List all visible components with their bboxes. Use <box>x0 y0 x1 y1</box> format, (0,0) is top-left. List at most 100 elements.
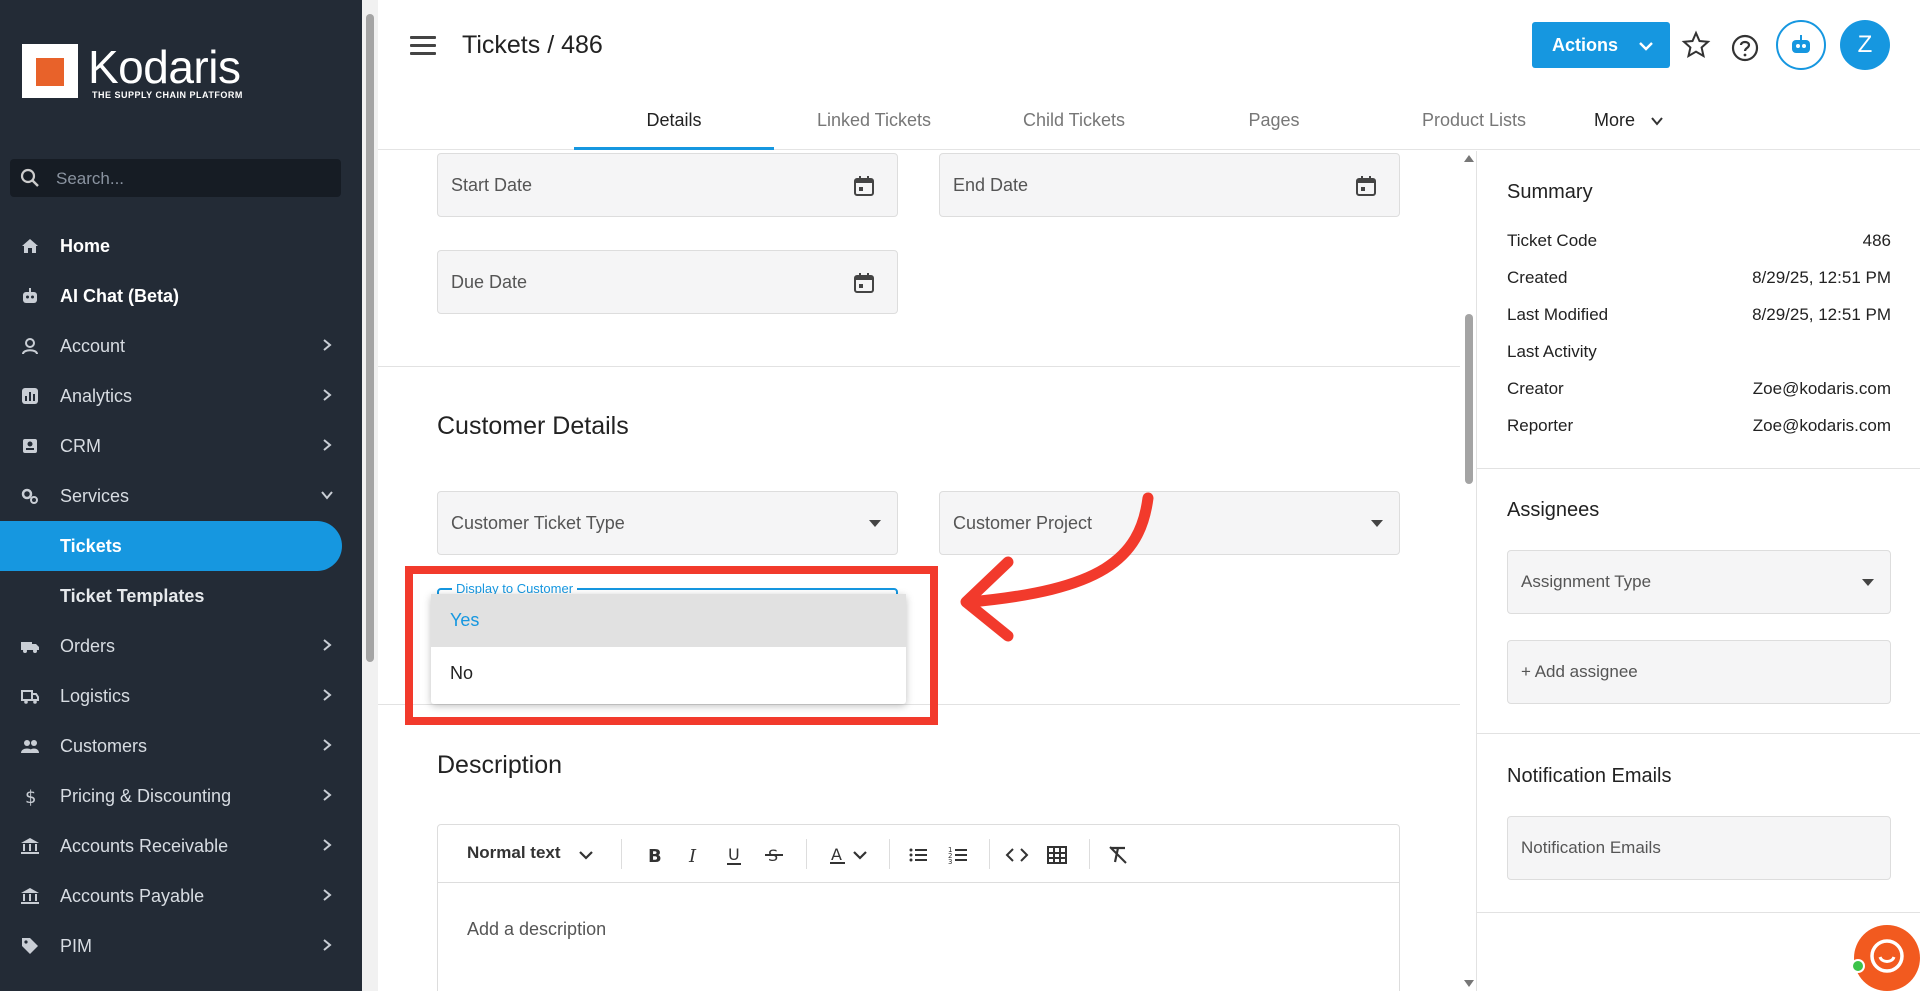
assignment-type-select[interactable]: Assignment Type <box>1507 550 1891 614</box>
assignment-type-label: Assignment Type <box>1521 572 1652 591</box>
tab-details[interactable]: Details <box>574 96 774 150</box>
help-icon[interactable] <box>1730 33 1760 63</box>
numbered-list-icon[interactable]: 123 <box>946 843 970 867</box>
sidebar-scrollbar[interactable] <box>362 0 378 991</box>
main-scrollbar[interactable] <box>1462 151 1476 991</box>
svg-text:I: I <box>688 846 697 867</box>
sidebar-item-label: Accounts Receivable <box>60 836 229 856</box>
due-date-field[interactable]: Due Date <box>437 250 898 314</box>
logo-mark <box>22 44 78 98</box>
sidebar-item-logistics[interactable]: Logistics <box>0 671 342 721</box>
sidebar-item-orders[interactable]: Orders <box>0 621 342 671</box>
kodaris-logo[interactable]: Kodaris THE SUPPLY CHAIN PLATFORM <box>22 41 252 104</box>
description-editor[interactable]: Normal text B I U S A 123 Add a descript… <box>437 824 1400 991</box>
tab-pages[interactable]: Pages <box>1174 96 1374 150</box>
sidebar-item-services[interactable]: Services <box>0 471 342 521</box>
sidebar-item-label: Tickets <box>60 536 122 556</box>
sidebar-item-crm[interactable]: CRM <box>0 421 342 471</box>
summary-value: Zoe@kodaris.com <box>1752 416 1891 435</box>
bullet-list-icon[interactable] <box>906 843 930 867</box>
chevron-down-icon <box>1651 117 1663 126</box>
chevron-right-icon <box>323 689 332 701</box>
tab-product-lists[interactable]: Product Lists <box>1374 96 1574 150</box>
summary-key: Last Activity <box>1507 342 1597 361</box>
svg-text:A: A <box>831 845 842 864</box>
calendar-icon[interactable] <box>1355 175 1377 197</box>
format-select[interactable]: Normal text <box>467 843 561 863</box>
right-panel: Summary Ticket Code 486 Created 8/29/25,… <box>1476 151 1920 991</box>
star-icon[interactable] <box>1681 30 1711 60</box>
truck-icon <box>21 642 39 653</box>
main-content: Start Date End Date Due Date Customer De… <box>378 151 1460 991</box>
editor-toolbar: Normal text B I U S A 123 <box>438 825 1399 883</box>
support-chat-button[interactable] <box>1854 925 1920 991</box>
sidebar-item-ticket-templates[interactable]: Ticket Templates <box>0 571 342 621</box>
user-avatar[interactable]: Z <box>1840 20 1890 70</box>
sidebar-item-customers[interactable]: Customers <box>0 721 342 771</box>
strikethrough-icon[interactable]: S <box>762 843 786 867</box>
actions-button[interactable]: Actions <box>1532 22 1670 68</box>
notification-emails-input[interactable]: Notification Emails <box>1507 816 1891 880</box>
underline-icon[interactable]: U <box>722 843 746 867</box>
toolbar-separator <box>621 839 622 869</box>
tab-more[interactable]: More <box>1574 96 1684 150</box>
logo-subtitle: THE SUPPLY CHAIN PLATFORM <box>92 90 243 100</box>
scroll-down-icon[interactable] <box>1464 980 1474 987</box>
sidebar-search[interactable]: Search... <box>10 159 341 197</box>
sidebar-item-label: Customers <box>60 736 148 756</box>
bank-icon <box>21 888 39 904</box>
code-icon[interactable] <box>1005 843 1029 867</box>
scroll-up-icon[interactable] <box>1464 155 1474 162</box>
toolbar-separator <box>889 839 890 869</box>
toolbar-separator <box>1089 839 1090 869</box>
summary-row: Created 8/29/25, 12:51 PM <box>1507 268 1891 298</box>
menu-icon[interactable] <box>410 36 436 58</box>
panel-divider <box>1477 733 1920 734</box>
summary-key: Creator <box>1507 379 1564 398</box>
summary-value: 8/29/25, 12:51 PM <box>1752 268 1891 287</box>
sidebar-item-account[interactable]: Account <box>0 321 342 371</box>
sidebar-item-pricing[interactable]: $ Pricing & Discounting <box>0 771 342 821</box>
main-scrollbar-thumb[interactable] <box>1465 314 1473 484</box>
sidebar-item-pim[interactable]: PIM <box>0 921 342 971</box>
chevron-right-icon <box>323 389 332 401</box>
sidebar-item-accounts-payable[interactable]: Accounts Payable <box>0 871 342 921</box>
chevron-right-icon <box>323 339 332 351</box>
bold-icon[interactable]: B <box>642 843 666 867</box>
ai-assistant-button[interactable] <box>1776 20 1826 70</box>
tab-linked-tickets[interactable]: Linked Tickets <box>774 96 974 150</box>
services-icon <box>21 488 38 504</box>
chevron-right-icon <box>323 639 332 651</box>
toolbar-separator <box>806 839 807 869</box>
robot-icon <box>23 288 37 303</box>
end-date-field[interactable]: End Date <box>939 153 1400 217</box>
sidebar-item-tickets[interactable]: Tickets <box>0 521 342 571</box>
table-icon[interactable] <box>1045 843 1069 867</box>
sidebar-item-analytics[interactable]: Analytics <box>0 371 342 421</box>
start-date-field[interactable]: Start Date <box>437 153 898 217</box>
chevron-down-icon[interactable] <box>574 843 598 867</box>
text-color-icon[interactable]: A <box>826 843 850 867</box>
chevron-down-icon[interactable] <box>848 843 872 867</box>
sidebar-item-label: PIM <box>60 936 93 956</box>
calendar-icon[interactable] <box>853 272 875 294</box>
sidebar-item-ai-chat[interactable]: AI Chat (Beta) <box>0 271 342 321</box>
add-assignee-field[interactable]: + Add assignee <box>1507 640 1891 704</box>
svg-text:B: B <box>648 846 662 867</box>
crm-icon <box>23 439 37 453</box>
toolbar-separator <box>989 839 990 869</box>
customer-ticket-type-select[interactable]: Customer Ticket Type <box>437 491 898 555</box>
customer-details-title: Customer Details <box>437 412 629 440</box>
summary-key: Reporter <box>1507 416 1574 435</box>
calendar-icon[interactable] <box>853 175 875 197</box>
italic-icon[interactable]: I <box>682 843 706 867</box>
logo-text: Kodaris <box>88 41 241 93</box>
sidebar-item-label: Services <box>60 486 130 506</box>
sidebar-scrollbar-thumb[interactable] <box>366 14 374 662</box>
sidebar-item-home[interactable]: Home <box>0 221 342 271</box>
tab-child-tickets[interactable]: Child Tickets <box>974 96 1174 150</box>
sidebar-item-accounts-receivable[interactable]: Accounts Receivable <box>0 821 342 871</box>
clear-format-icon[interactable] <box>1106 843 1130 867</box>
section-divider <box>378 366 1460 367</box>
page-header: Tickets / 486 Actions Z Details Linked T… <box>378 0 1920 150</box>
